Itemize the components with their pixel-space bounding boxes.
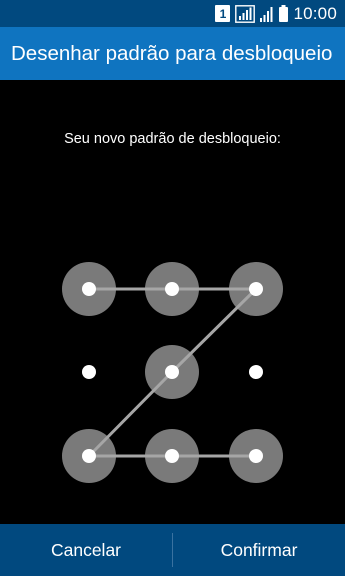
- pattern-dot-5[interactable]: [165, 365, 179, 379]
- pattern-dot-8[interactable]: [165, 449, 179, 463]
- pattern-dot-7[interactable]: [82, 449, 96, 463]
- pattern-dot-9[interactable]: [249, 449, 263, 463]
- app-bar: Desenhar padrão para desbloqueio: [0, 27, 345, 80]
- status-bar: 1 10:00: [0, 0, 345, 27]
- pattern-dot-6[interactable]: [249, 365, 263, 379]
- cancel-button[interactable]: Cancelar: [0, 524, 172, 576]
- battery-icon: [279, 5, 289, 22]
- bottom-bar: Cancelar Confirmar: [0, 524, 345, 576]
- pattern-dot-1[interactable]: [82, 282, 96, 296]
- signal-roaming-icon: [235, 4, 256, 23]
- clock: 10:00: [293, 3, 337, 23]
- pattern-screen: Seu novo padrão de desbloqueio:: [0, 80, 345, 524]
- confirm-button[interactable]: Confirmar: [173, 524, 345, 576]
- pattern-dot-3[interactable]: [249, 282, 263, 296]
- page-title: Desenhar padrão para desbloqueio: [11, 41, 333, 65]
- signal-icon: [260, 6, 273, 22]
- status-icons: 1 10:00: [215, 0, 337, 27]
- pattern-grid[interactable]: [0, 80, 345, 524]
- sim-1-icon: 1: [215, 5, 231, 22]
- pattern-dot-2[interactable]: [165, 282, 179, 296]
- pattern-dot-4[interactable]: [82, 365, 96, 379]
